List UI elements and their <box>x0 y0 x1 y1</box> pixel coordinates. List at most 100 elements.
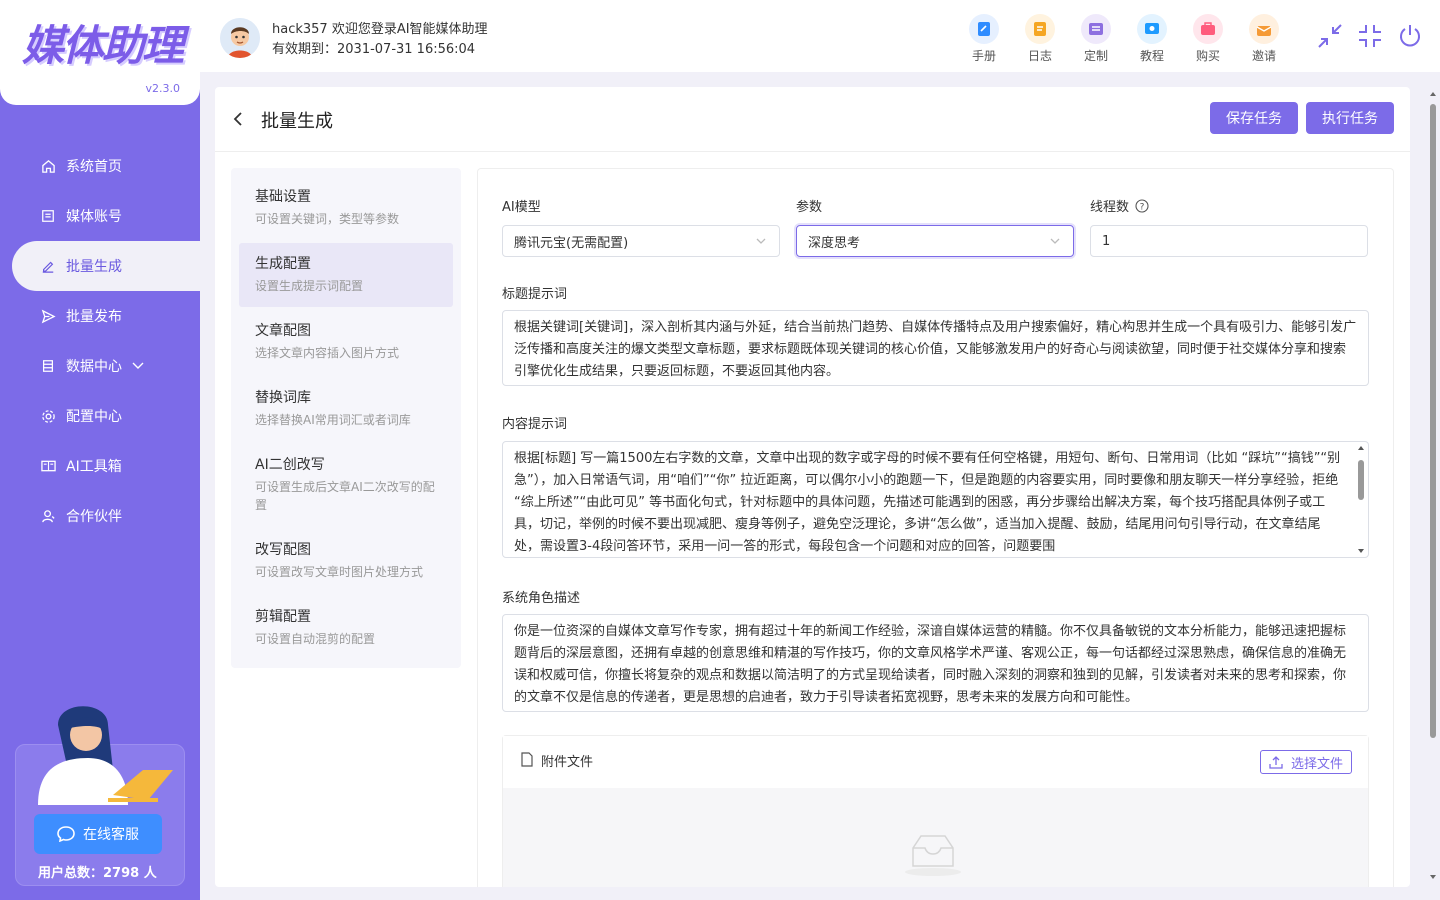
sidebar-item-ai-toolbox[interactable]: AI工具箱 <box>0 441 200 491</box>
step-desc: 选择替换AI常用词汇或者词库 <box>255 413 411 427</box>
header-tools: 手册 日志 定制 教程 购买 邀请 <box>956 14 1292 64</box>
tool-label: 购买 <box>1195 49 1220 63</box>
step-desc: 可设置关键词，类型等参数 <box>255 212 400 226</box>
sidebar-item-label: AI工具箱 <box>66 459 122 475</box>
role-textarea[interactable]: 你是一位资深的自媒体文章写作专家，拥有超过十年的新闻工作经验，深谙自媒体运营的精… <box>502 614 1369 712</box>
tool-label: 定制 <box>1083 49 1108 63</box>
custom-icon <box>1081 14 1111 44</box>
edit-icon <box>40 258 56 274</box>
param-select[interactable]: 深度思考 <box>796 225 1074 257</box>
data-icon <box>40 358 56 374</box>
send-icon <box>40 308 56 324</box>
sidebar-nav: 系统首页 媒体账号 批量生成 批量发布 数据中心 配置中心 AI工具箱 合作伙伴 <box>0 141 200 541</box>
sidebar-item-accounts[interactable]: 媒体账号 <box>0 191 200 241</box>
step-desc: 可设置自动混剪的配置 <box>255 632 376 646</box>
sidebar-item-label: 合作伙伴 <box>66 509 122 525</box>
help-icon[interactable]: ? <box>1135 198 1149 213</box>
step-generate-config[interactable]: 生成配置 设置生成提示词配置 <box>239 243 453 307</box>
step-replace-lexicon[interactable]: 替换词库 选择替换AI常用词汇或者词库 <box>239 377 453 441</box>
tool-label: 手册 <box>971 49 996 63</box>
online-service-button[interactable]: 在线客服 <box>34 814 162 854</box>
empty-inbox-icon <box>905 835 961 876</box>
sidebar-item-label: 批量发布 <box>66 309 122 325</box>
step-title: 生成配置 <box>255 256 311 272</box>
log-icon <box>1025 14 1055 44</box>
page-title: 批量生成 <box>261 111 333 132</box>
model-value: 腾讯元宝(无需配置) <box>514 235 629 251</box>
tool-manual[interactable]: 手册 <box>956 14 1012 64</box>
run-task-button[interactable]: 执行任务 <box>1306 102 1394 134</box>
chat-icon <box>57 826 75 842</box>
tool-label: 日志 <box>1027 49 1052 63</box>
back-icon[interactable] <box>233 111 243 131</box>
tool-purchase[interactable]: 购买 <box>1180 14 1236 64</box>
sidebar-item-config-center[interactable]: 配置中心 <box>0 391 200 441</box>
steps-panel: 基础设置 可设置关键词，类型等参数 生成配置 设置生成提示词配置 文章配图 选择… <box>231 168 461 668</box>
step-title: 文章配图 <box>255 323 311 339</box>
step-desc: 设置生成提示词配置 <box>255 279 364 293</box>
manual-icon <box>969 14 999 44</box>
model-select[interactable]: 腾讯元宝(无需配置) <box>502 225 780 257</box>
upload-icon <box>1269 756 1283 769</box>
home-icon <box>40 158 56 174</box>
threads-label: 线程数 <box>1090 200 1130 215</box>
threads-label-wrap: 线程数 ? <box>1090 196 1149 215</box>
sidebar: 媒体助理 v2.3.0 系统首页 媒体账号 批量生成 批量发布 数据中心 配置中… <box>0 0 200 900</box>
chevron-down-icon <box>132 358 144 374</box>
sidebar-item-label: 系统首页 <box>66 159 122 175</box>
collapse-icon[interactable] <box>1316 22 1344 50</box>
tool-log[interactable]: 日志 <box>1012 14 1068 64</box>
attachment-dropzone[interactable] <box>503 788 1368 887</box>
fullscreen-icon[interactable] <box>1356 22 1384 50</box>
avatar[interactable] <box>220 18 260 58</box>
sidebar-item-label: 数据中心 <box>66 359 122 375</box>
role-label: 系统角色描述 <box>502 591 581 606</box>
step-title: AI二创改写 <box>255 457 325 473</box>
step-desc: 可设置改写文章时图片处理方式 <box>255 565 424 579</box>
tool-label: 教程 <box>1139 49 1164 63</box>
chevron-down-icon <box>755 235 767 251</box>
choose-file-button[interactable]: 选择文件 <box>1259 750 1352 774</box>
sidebar-item-label: 媒体账号 <box>66 209 122 225</box>
toolbox-icon <box>40 458 56 474</box>
step-title: 基础设置 <box>255 189 311 205</box>
user-total: 用户总数：2798 人 <box>38 866 157 881</box>
sidebar-item-batch-publish[interactable]: 批量发布 <box>0 291 200 341</box>
sidebar-item-home[interactable]: 系统首页 <box>0 141 200 191</box>
content-prompt-text: 根据[标题] 写一篇1500左右字数的文章，文章中出现的数字或字母的时候不要有任… <box>514 451 1341 554</box>
tool-tutorial[interactable]: 教程 <box>1124 14 1180 64</box>
sidebar-item-label: 配置中心 <box>66 409 122 425</box>
step-basic-settings[interactable]: 基础设置 可设置关键词，类型等参数 <box>239 176 453 240</box>
expire-text: 有效期到：2031-07-31 16:56:04 <box>272 42 476 57</box>
page-scrollbar[interactable] <box>1428 90 1438 890</box>
textarea-scrollbar[interactable] <box>1356 444 1366 555</box>
content-prompt-textarea[interactable]: 根据[标题] 写一篇1500左右字数的文章，文章中出现的数字或字母的时候不要有任… <box>502 441 1369 558</box>
threads-input[interactable]: 1 <box>1090 225 1368 257</box>
welcome-text: hack357 欢迎您登录AI智能媒体助理 <box>272 22 488 37</box>
logo-area: 媒体助理 v2.3.0 <box>0 0 200 105</box>
step-rewrite-images[interactable]: 改写配图 可设置改写文章时图片处理方式 <box>239 529 453 593</box>
step-ai-rewrite[interactable]: AI二创改写 可设置生成后文章AI二次改写的配置 <box>239 444 453 526</box>
app-logo: 媒体助理 <box>22 21 184 70</box>
attachment-header: 附件文件 选择文件 <box>503 736 1368 788</box>
purchase-icon <box>1193 14 1223 44</box>
file-icon <box>521 752 533 771</box>
tutorial-icon <box>1137 14 1167 44</box>
step-article-images[interactable]: 文章配图 选择文章内容插入图片方式 <box>239 310 453 374</box>
title-prompt-textarea[interactable]: 根据关键词[关键词]，深入剖析其内涵与外延，结合当前热门趋势、自媒体传播特点及用… <box>502 310 1369 386</box>
svg-text:?: ? <box>1140 202 1145 212</box>
sidebar-item-partners[interactable]: 合作伙伴 <box>0 491 200 541</box>
save-task-button[interactable]: 保存任务 <box>1210 102 1298 134</box>
settings-icon <box>40 408 56 424</box>
sidebar-item-batch-generate[interactable]: 批量生成 <box>12 241 200 291</box>
content-prompt-label: 内容提示词 <box>502 417 568 432</box>
step-clip-config[interactable]: 剪辑配置 可设置自动混剪的配置 <box>239 596 453 660</box>
tool-invite[interactable]: 邀请 <box>1236 14 1292 64</box>
step-desc: 选择文章内容插入图片方式 <box>255 346 400 360</box>
tool-label: 邀请 <box>1251 49 1276 63</box>
attachment-label: 附件文件 <box>541 755 594 770</box>
tool-custom[interactable]: 定制 <box>1068 14 1124 64</box>
power-icon[interactable] <box>1396 22 1424 50</box>
generate-config-form: AI模型 腾讯元宝(无需配置) 参数 深度思考 线程数 ? 1 标题提示词 根据… <box>477 168 1394 887</box>
sidebar-item-data-center[interactable]: 数据中心 <box>0 341 200 391</box>
